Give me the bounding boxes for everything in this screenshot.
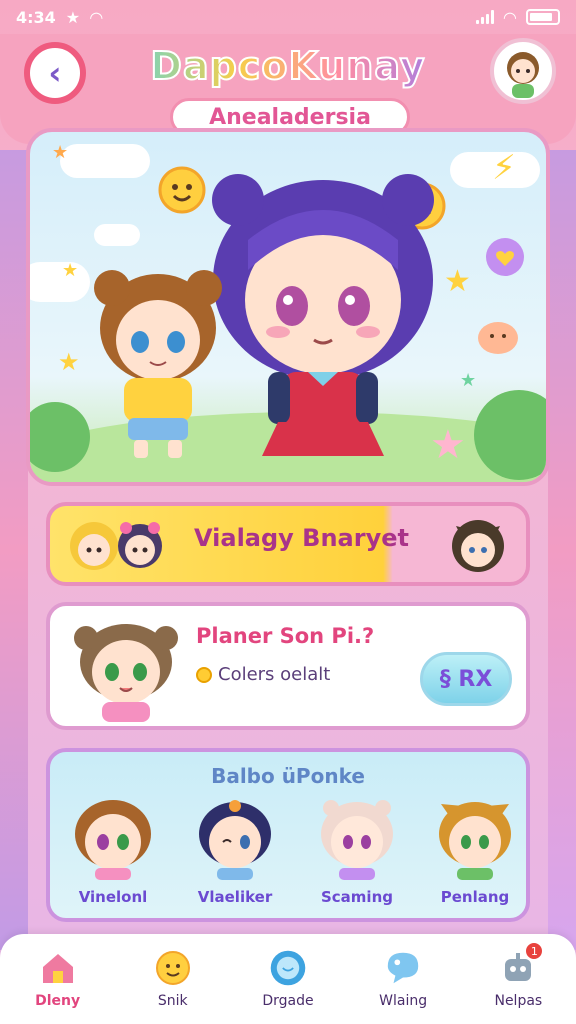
signal-icon (475, 10, 494, 24)
face-icon (154, 949, 192, 987)
status-bar: 4:34 ★ ◠ ◠ (0, 0, 576, 34)
star-icon: ★ (65, 7, 81, 27)
star-icon: ★ (444, 264, 471, 299)
nav-label: Dleny (35, 993, 81, 1009)
lightning-icon: ⚡ (492, 148, 516, 188)
character-name: Vlaeliker (197, 888, 273, 906)
character-option[interactable]: Vinelonl (58, 786, 168, 916)
nav-item-home[interactable]: Dleny (8, 949, 108, 1009)
banner-characters (70, 522, 162, 570)
select-panel-title: Balbo üPonke (211, 764, 365, 788)
nav-item-face[interactable]: Snik (123, 949, 223, 1009)
heart-bubble-icon (486, 238, 524, 276)
battery-icon (526, 9, 560, 25)
info-subtitle-row: Colers oelalt (196, 664, 330, 685)
info-title: Planer Son Pi.? (196, 624, 375, 648)
character-option[interactable]: Scaming (302, 786, 412, 916)
side-character (94, 270, 222, 458)
character-name: Scaming (320, 888, 393, 906)
nav-label: Wlaing (379, 993, 428, 1009)
page-title: DapcoKunay (132, 43, 444, 89)
profile-avatar-icon (507, 52, 539, 98)
nav-item-robot[interactable]: 1 Nelpas (468, 941, 568, 1009)
character-name: Vinelonl (78, 888, 148, 906)
bubble-icon (384, 949, 422, 987)
bottom-nav: Dleny Snik Drgade Wlaing 1 Nelpas (0, 934, 576, 1024)
blob-face-icon (478, 322, 518, 354)
info-subtitle: Colers oelalt (218, 664, 331, 685)
star-icon: ★ (62, 260, 79, 281)
character-face-icon (439, 802, 511, 880)
chat-bubble-icon (269, 949, 307, 987)
promo-banner-button[interactable]: Vialagy Bnaryet (46, 502, 530, 586)
nav-label: Snik (157, 993, 188, 1009)
info-card[interactable]: Planer Son Pi.? Colers oelalt § RX (46, 602, 530, 730)
cat-ear-avatar-icon (452, 520, 504, 572)
character-face-icon (199, 800, 271, 880)
cloud (60, 144, 150, 178)
wifi-icon-right: ◠ (503, 7, 516, 27)
nav-item-bubble[interactable]: Wlaing (353, 949, 453, 1009)
notification-badge: 1 (524, 941, 545, 961)
character-face-icon (75, 800, 151, 880)
nav-label: Nelpas (494, 993, 543, 1009)
info-action-button[interactable]: § RX (420, 652, 512, 706)
nav-item-chat[interactable]: Drgade (238, 949, 338, 1009)
star-icon: ★ (58, 348, 80, 376)
back-button[interactable]: ‹ (24, 42, 86, 104)
hero-scene: ★ ★ ★ ★ ⚡ ★ ★ (26, 128, 550, 486)
character-face-icon (321, 800, 393, 880)
status-time: 4:34 (16, 7, 56, 27)
coin-icon (196, 666, 212, 683)
profile-avatar-button[interactable] (490, 38, 556, 104)
back-arrow-icon: ‹ (48, 54, 62, 92)
character-name: Penlang (440, 888, 510, 906)
nav-label: Drgade (262, 993, 314, 1009)
character-option[interactable]: Penlang (420, 786, 530, 916)
cloud (94, 224, 140, 246)
info-character (74, 624, 178, 722)
right-side-decor (548, 150, 576, 950)
info-action-label: § RX (439, 666, 493, 692)
main-character (212, 174, 434, 456)
cloud (30, 262, 90, 302)
star-icon: ★ (52, 142, 69, 163)
character-select-panel: Balbo üPonke Vinelonl Vlaeliker Scaming … (46, 748, 530, 922)
wifi-icon: ◠ (90, 7, 103, 27)
home-icon (39, 949, 77, 987)
star-icon: ★ (460, 370, 477, 391)
left-side-decor (0, 150, 28, 950)
character-option[interactable]: Vlaeliker (180, 786, 290, 916)
banner-label: Vialagy Bnaryet (194, 524, 409, 552)
